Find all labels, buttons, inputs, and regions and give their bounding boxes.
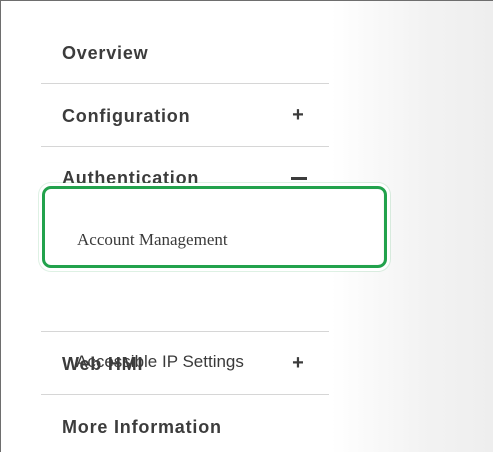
expand-plus-icon[interactable]: + [291, 105, 305, 125]
highlight-box [42, 186, 387, 268]
submenu-item-account-management[interactable]: Account Management [77, 230, 228, 250]
menu-item-configuration-label: Configuration [62, 106, 191, 126]
menu-item-more-information-label: More Information [62, 417, 222, 437]
menu-item-overview-label: Overview [62, 43, 149, 63]
expand-plus-icon[interactable]: + [291, 353, 305, 373]
collapse-minus-icon[interactable] [291, 177, 307, 180]
menu-item-web-hmi-label: Web HMI [62, 354, 144, 374]
menu-item-more-information[interactable]: More Information [41, 395, 329, 452]
menu-item-overview[interactable]: Overview [41, 21, 329, 84]
menu-item-web-hmi[interactable]: Web HMI + [41, 332, 329, 395]
sidebar-frame: Overview Configuration + Authentication … [0, 0, 493, 452]
menu-item-configuration[interactable]: Configuration + [41, 84, 329, 147]
